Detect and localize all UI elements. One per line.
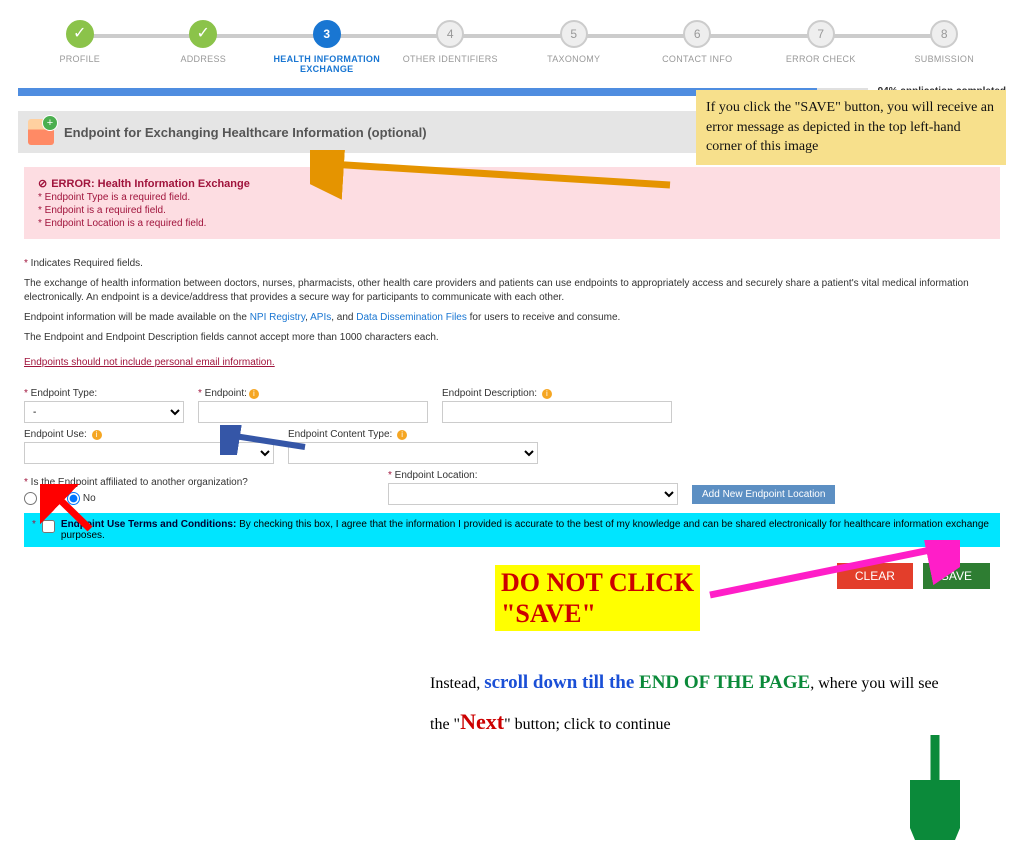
endpoint-location-label: * Endpoint Location: [388, 470, 678, 481]
required-note-text: Indicates Required fields. [31, 258, 143, 269]
affiliation-no-label[interactable]: No [67, 493, 96, 504]
info-icon[interactable]: i [249, 389, 259, 399]
add-endpoint-location-button[interactable]: Add New Endpoint Location [692, 485, 835, 504]
step-label: PROFILE [59, 54, 100, 64]
endpoint-use-label: Endpoint Use: i [24, 429, 274, 440]
endpoint-input[interactable] [198, 401, 428, 423]
text-span: , and [331, 312, 356, 323]
check-icon: ✓ [197, 26, 210, 42]
link-apis[interactable]: APIs [310, 312, 331, 323]
intro-para-2: Endpoint information will be made availa… [24, 311, 1000, 325]
step-label: ERROR CHECK [786, 54, 856, 64]
step-address[interactable]: ✓ ADDRESS [142, 20, 266, 64]
error-box: ERROR: Health Information Exchange * End… [24, 167, 1000, 239]
error-title: ERROR: Health Information Exchange [38, 177, 986, 190]
error-line: * Endpoint is a required field. [38, 205, 986, 216]
affiliation-question: * Is the Endpoint affiliated to another … [24, 477, 374, 488]
step-submission[interactable]: 8 SUBMISSION [883, 20, 1007, 64]
terms-prefix: Endpoint Use Terms and Conditions: [61, 519, 236, 530]
step-label: HEALTH INFORMATION EXCHANGE [265, 54, 389, 74]
endpoint-label: * Endpoint:i [198, 388, 428, 399]
step-label: ADDRESS [180, 54, 226, 64]
link-npi-registry[interactable]: NPI Registry [250, 312, 305, 323]
step-number: 4 [436, 20, 464, 48]
step-taxonomy[interactable]: 5 TAXONOMY [512, 20, 636, 64]
step-health-info-exchange[interactable]: 3 HEALTH INFORMATION EXCHANGE [265, 20, 389, 74]
annotation-instructions: Instead, scroll down till the END OF THE… [430, 665, 960, 743]
step-number: 8 [930, 20, 958, 48]
endpoint-type-select[interactable]: - [24, 401, 184, 423]
step-profile[interactable]: ✓ PROFILE [18, 20, 142, 64]
step-other-identifiers[interactable]: 4 OTHER IDENTIFIERS [389, 20, 513, 64]
annotation-do-not-click-save: DO NOT CLICK "SAVE" [495, 565, 700, 631]
error-line: * Endpoint Type is a required field. [38, 192, 986, 203]
page-title: Endpoint for Exchanging Healthcare Infor… [64, 125, 427, 140]
step-label: OTHER IDENTIFIERS [403, 54, 498, 64]
terms-bar: * Endpoint Use Terms and Conditions: By … [24, 513, 1000, 547]
affiliation-yes-radio[interactable] [24, 492, 37, 505]
endpoint-use-select[interactable] [24, 442, 274, 464]
clear-button[interactable]: CLEAR [837, 563, 913, 589]
endpoint-location-select[interactable] [388, 483, 678, 505]
info-icon[interactable]: i [542, 389, 552, 399]
step-number: 5 [560, 20, 588, 48]
step-contact-info[interactable]: 6 CONTACT INFO [636, 20, 760, 64]
step-number: 6 [683, 20, 711, 48]
step-label: CONTACT INFO [662, 54, 732, 64]
avatar-icon [28, 119, 54, 145]
text-span: for users to receive and consume. [467, 312, 620, 323]
step-label: TAXONOMY [547, 54, 600, 64]
endpoint-type-label: * Endpoint Type: [24, 388, 184, 399]
intro-para-1: The exchange of health information betwe… [24, 277, 1000, 305]
stepper: ✓ PROFILE ✓ ADDRESS 3 HEALTH INFORMATION… [18, 20, 1006, 74]
step-number: 3 [313, 20, 341, 48]
step-label: SUBMISSION [914, 54, 974, 64]
step-number: 7 [807, 20, 835, 48]
required-star: * [32, 519, 36, 530]
step-error-check[interactable]: 7 ERROR CHECK [759, 20, 883, 64]
link-data-dissemination[interactable]: Data Dissemination Files [356, 312, 467, 323]
endpoint-content-type-label: Endpoint Content Type: i [288, 429, 538, 440]
info-icon[interactable]: i [397, 430, 407, 440]
endpoint-content-type-select[interactable] [288, 442, 538, 464]
warning-link[interactable]: Endpoints should not include personal em… [24, 357, 275, 368]
text-span: Endpoint information will be made availa… [24, 312, 250, 323]
check-icon: ✓ [73, 26, 86, 42]
intro-para-3: The Endpoint and Endpoint Description fi… [24, 331, 1000, 345]
endpoint-description-label: Endpoint Description: i [442, 388, 672, 399]
info-icon[interactable]: i [92, 430, 102, 440]
endpoint-description-input[interactable] [442, 401, 672, 423]
terms-checkbox[interactable] [42, 520, 55, 533]
affiliation-yes-label[interactable]: Yes [24, 493, 56, 504]
affiliation-no-radio[interactable] [67, 492, 80, 505]
error-line: * Endpoint Location is a required field. [38, 218, 986, 229]
annotation-callout-save-error: If you click the "SAVE" button, you will… [696, 90, 1006, 165]
save-button[interactable]: SAVE [923, 563, 990, 589]
arrow-green-icon [910, 730, 960, 840]
required-note: * Indicates Required fields. [24, 257, 1000, 271]
